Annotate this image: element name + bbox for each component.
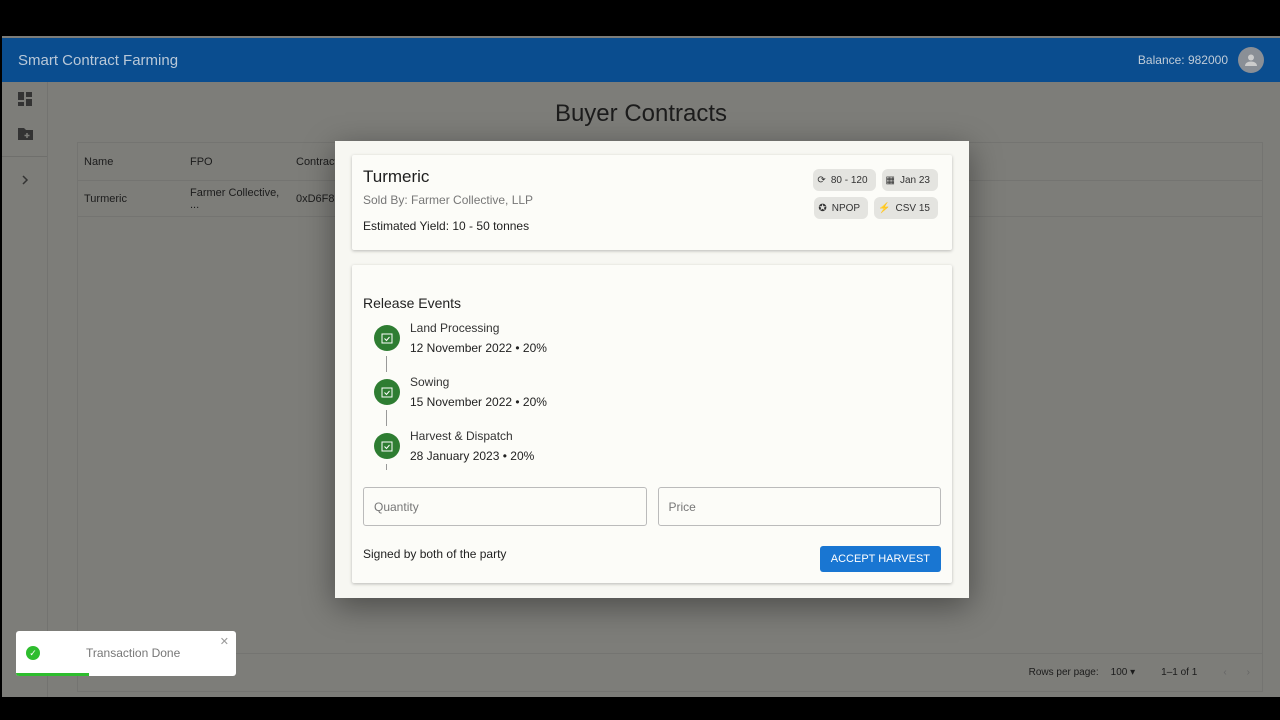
app-bar: Smart Contract Farming Balance: 982000 bbox=[2, 38, 1280, 82]
event-detail: 28 January 2023 • 20% bbox=[410, 449, 535, 463]
chip-label: NPOP bbox=[831, 202, 861, 214]
col-name[interactable]: Name bbox=[78, 156, 184, 168]
chip-price: ⟳ 80 - 120 bbox=[813, 169, 876, 191]
event-name: Sowing bbox=[410, 375, 450, 389]
close-icon[interactable]: ✕ bbox=[220, 635, 229, 648]
toast-notification: ✓ Transaction Done ✕ bbox=[16, 631, 236, 676]
price-cycle-icon: ⟳ bbox=[817, 174, 826, 186]
success-check-icon: ✓ bbox=[26, 646, 40, 660]
col-fpo[interactable]: FPO bbox=[184, 156, 290, 168]
rows-per-page-select[interactable]: 100 ▾ bbox=[1111, 667, 1136, 678]
timeline-connector bbox=[386, 410, 387, 426]
page-range: 1–1 of 1 bbox=[1161, 667, 1198, 678]
chip-label: Jan 23 bbox=[899, 174, 930, 186]
avatar[interactable] bbox=[1238, 47, 1264, 73]
table-pagination: Rows per page: 100 ▾ 1–1 of 1 ‹ › bbox=[78, 653, 1262, 691]
toast-message: Transaction Done bbox=[86, 646, 181, 660]
chevron-right-icon[interactable] bbox=[2, 163, 48, 197]
sidebar bbox=[2, 82, 48, 697]
contract-dialog: Turmeric Sold By: Farmer Collective, LLP… bbox=[335, 141, 969, 598]
app-title: Smart Contract Farming bbox=[18, 51, 179, 69]
crop-card: Turmeric Sold By: Farmer Collective, LLP… bbox=[352, 155, 952, 250]
event-item: Sowing 15 November 2022 • 20% bbox=[363, 375, 941, 426]
event-item: Harvest & Dispatch 28 January 2023 • 20% bbox=[363, 429, 941, 473]
event-check-icon bbox=[374, 379, 400, 405]
event-detail: 15 November 2022 • 20% bbox=[410, 395, 547, 409]
quantity-input[interactable]: Quantity bbox=[363, 487, 647, 526]
price-input[interactable]: Price bbox=[657, 487, 941, 526]
next-page-icon[interactable]: › bbox=[1247, 667, 1250, 678]
events-card: Release Events Land Processing 12 Novembe… bbox=[352, 265, 952, 583]
event-name: Harvest & Dispatch bbox=[410, 429, 513, 443]
chip-variety: ⚡ CSV 15 bbox=[874, 197, 938, 219]
accept-harvest-button[interactable]: ACCEPT HARVEST bbox=[819, 546, 941, 572]
rows-per-page-label: Rows per page: bbox=[1028, 667, 1099, 678]
award-icon: ✪ bbox=[818, 202, 827, 214]
chip-label: CSV 15 bbox=[895, 202, 930, 214]
page-title: Buyer Contracts bbox=[554, 100, 728, 127]
chip-date: ▦ Jan 23 bbox=[881, 169, 938, 191]
cell-fpo: Farmer Collective, ... bbox=[190, 186, 280, 211]
events-title: Release Events bbox=[363, 295, 462, 311]
chips: ⟳ 80 - 120 ▦ Jan 23 ✪ NPOP ⚡ CSV 15 bbox=[804, 169, 938, 219]
event-check-icon bbox=[374, 325, 400, 351]
cell-name: Turmeric bbox=[84, 192, 127, 205]
toast-progress-bar bbox=[16, 673, 89, 676]
calendar-icon: ▦ bbox=[885, 174, 895, 186]
timeline-connector bbox=[386, 356, 387, 372]
event-check-icon bbox=[374, 433, 400, 459]
timeline-connector bbox=[386, 464, 387, 470]
signed-status: Signed by both of the party bbox=[363, 547, 507, 561]
rows-per-page-value: 100 bbox=[1110, 667, 1128, 678]
seed-icon: ⚡ bbox=[878, 202, 891, 214]
prev-page-icon[interactable]: ‹ bbox=[1223, 667, 1226, 678]
event-item: Land Processing 12 November 2022 • 20% bbox=[363, 321, 941, 372]
estimated-yield: Estimated Yield: 10 - 50 tonnes bbox=[363, 219, 530, 233]
chip-label: 80 - 120 bbox=[830, 174, 868, 186]
chip-cert: ✪ NPOP bbox=[814, 197, 869, 219]
event-detail: 12 November 2022 • 20% bbox=[410, 341, 547, 355]
event-name: Land Processing bbox=[410, 321, 500, 335]
balance: Balance: 982000 bbox=[1137, 53, 1228, 67]
